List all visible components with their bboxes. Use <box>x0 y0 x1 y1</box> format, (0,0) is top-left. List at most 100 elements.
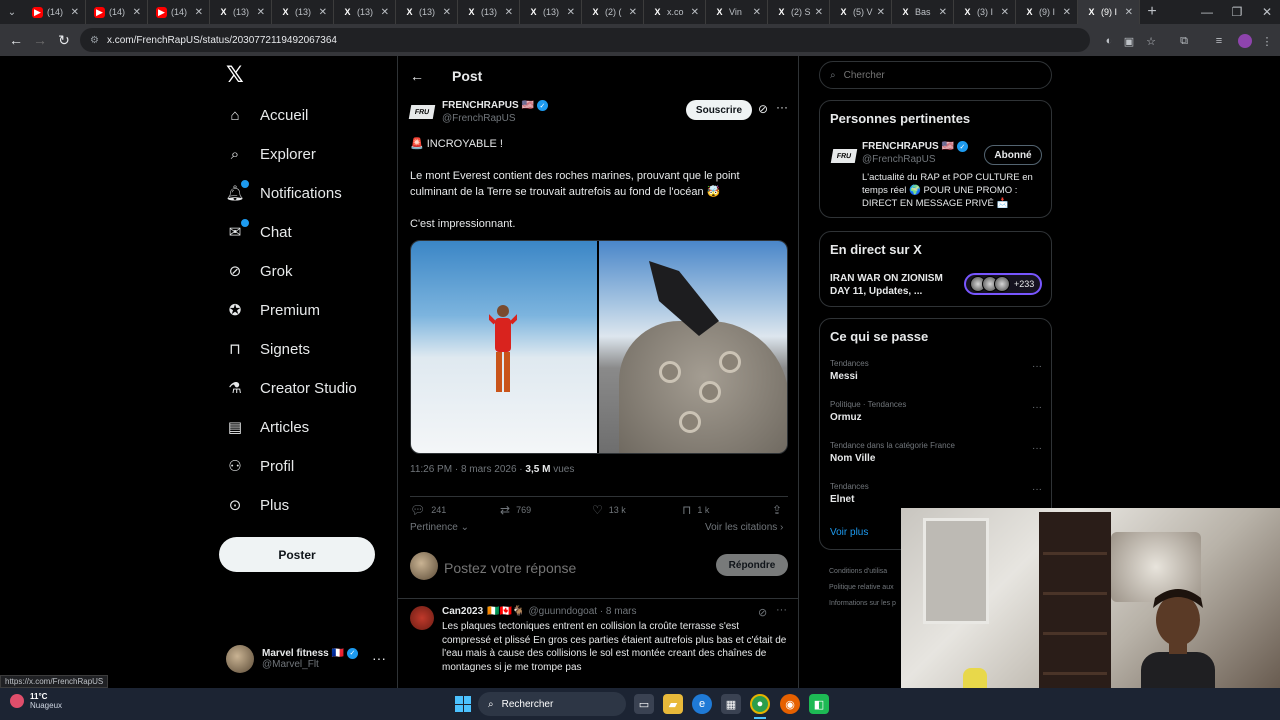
nav-item-chat[interactable]: ✉ Chat <box>226 217 292 247</box>
browser-tab[interactable]: ▶ (14) ✕ <box>148 0 210 24</box>
browser-tab[interactable]: X (13) ✕ <box>210 0 272 24</box>
nav-item-profil[interactable]: ⚇ Profil <box>226 451 294 481</box>
media-control-icon[interactable]: ≡ <box>1210 32 1228 50</box>
more-icon[interactable]: ··· <box>776 100 788 114</box>
more-icon[interactable]: ··· <box>776 604 787 616</box>
firefox-icon[interactable]: ◉ <box>780 694 800 714</box>
close-tab-icon[interactable]: ✕ <box>505 7 513 18</box>
browser-tab[interactable]: X (9) I ✕ <box>1078 0 1140 24</box>
share-action[interactable]: ⇪ <box>772 503 782 517</box>
grok-icon[interactable]: ⊘ <box>758 102 768 116</box>
search-input[interactable] <box>843 69 1034 81</box>
trend-item[interactable]: Tendances Elnet ··· <box>830 482 1042 505</box>
reply-button[interactable]: Répondre <box>716 554 788 576</box>
taskbar-search[interactable]: ⌕ Rechercher <box>478 692 626 716</box>
extensions-icon[interactable]: ⧉ <box>1175 32 1193 50</box>
author-avatar[interactable]: FRU <box>830 149 858 163</box>
grok-icon[interactable]: ⊘ <box>758 606 767 619</box>
tab-search-chevron-icon[interactable]: ⌄ <box>0 0 24 24</box>
new-tab-button[interactable]: + <box>1140 0 1164 24</box>
live-event-title[interactable]: IRAN WAR ON ZIONISM DAY 11, Updates, ... <box>830 272 958 298</box>
close-tab-icon[interactable]: ✕ <box>195 7 203 18</box>
browser-tab[interactable]: X (13) ✕ <box>396 0 458 24</box>
reply-action[interactable]: 💬︎ 241 <box>410 503 446 517</box>
relevant-person-handle[interactable]: @FrenchRapUS <box>862 154 968 165</box>
reply-input[interactable] <box>444 558 694 578</box>
maximize-icon[interactable]: ❐ <box>1222 0 1252 24</box>
app-icon[interactable]: ◧ <box>809 694 829 714</box>
browser-tab[interactable]: Xx.co ✕ <box>644 0 706 24</box>
post-timestamp[interactable]: 11:26 PM · 8 mars 2026 · <box>410 464 525 475</box>
chrome-icon[interactable]: ● <box>750 694 770 714</box>
more-icon[interactable]: ··· <box>1032 443 1042 454</box>
live-listeners-pill[interactable]: +233 <box>964 273 1042 295</box>
task-view-icon[interactable]: ▭ <box>634 694 654 714</box>
sort-dropdown[interactable]: Pertinence ⌄ <box>410 522 469 533</box>
show-more-link[interactable]: Voir plus <box>830 527 868 538</box>
relevant-person-name[interactable]: FRENCHRAPUS 🇺🇸 ✓ <box>862 141 968 152</box>
close-window-icon[interactable]: ✕ <box>1252 0 1280 24</box>
nav-item-accueil[interactable]: ⌂ Accueil <box>226 100 308 130</box>
back-arrow-icon[interactable]: ← <box>4 28 28 52</box>
nav-item-explorer[interactable]: ⌕ Explorer <box>226 139 316 169</box>
browser-tab[interactable]: X (13) ✕ <box>520 0 582 24</box>
account-switcher[interactable]: Marvel fitness 🇫🇷 ✓ @Marvel_Flt ··· <box>226 644 386 674</box>
subscribe-button[interactable]: Souscrire <box>686 100 752 120</box>
browser-tab[interactable]: X (2) S ✕ <box>768 0 830 24</box>
close-tab-icon[interactable]: ✕ <box>567 7 575 18</box>
close-tab-icon[interactable]: ✕ <box>1063 7 1071 18</box>
browser-tab[interactable]: ▶ (14) ✕ <box>24 0 86 24</box>
fossil-rock-photo[interactable] <box>599 241 787 453</box>
author-name[interactable]: FRENCHRAPUS 🇺🇸 ✓ <box>442 100 548 111</box>
author-avatar[interactable]: FRU <box>408 105 436 120</box>
close-tab-icon[interactable]: ✕ <box>629 7 637 18</box>
nav-item-grok[interactable]: ⊘ Grok <box>226 256 293 286</box>
more-icon[interactable]: ··· <box>1032 484 1042 495</box>
avatar[interactable] <box>410 606 434 630</box>
browser-tab[interactable]: X (13) ✕ <box>458 0 520 24</box>
trend-item[interactable]: Tendances Messi ··· <box>830 359 1042 382</box>
author-handle[interactable]: @FrenchRapUS <box>442 113 548 124</box>
nav-item-signets[interactable]: ⊓ Signets <box>226 334 310 364</box>
file-explorer-icon[interactable]: ▰ <box>663 694 683 714</box>
close-tab-icon[interactable]: ✕ <box>443 7 451 18</box>
bookmark-star-icon[interactable]: ☆ <box>1142 32 1160 50</box>
bookmark-action[interactable]: ⊓ 1 k <box>682 503 709 517</box>
browser-tab[interactable]: X (2) (✕ <box>582 0 644 24</box>
close-tab-icon[interactable]: ✕ <box>815 7 823 18</box>
more-icon[interactable]: ··· <box>1032 361 1042 372</box>
browser-tab[interactable]: X (3) I ✕ <box>954 0 1016 24</box>
trend-item[interactable]: Politique · Tendances Ormuz ··· <box>830 400 1042 423</box>
close-tab-icon[interactable]: ✕ <box>71 7 79 18</box>
forward-arrow-icon[interactable]: → <box>28 28 52 52</box>
edge-icon[interactable]: e <box>692 694 712 714</box>
browser-tab[interactable]: X (13) ✕ <box>334 0 396 24</box>
reload-icon[interactable]: ↻ <box>52 28 76 52</box>
more-icon[interactable]: ··· <box>1032 402 1042 413</box>
nav-item-articles[interactable]: ▤ Articles <box>226 412 309 442</box>
close-tab-icon[interactable]: ✕ <box>939 7 947 18</box>
footer-link[interactable]: Informations sur les p <box>829 596 896 612</box>
browser-tab[interactable]: X (5) V ✕ <box>830 0 892 24</box>
install-app-icon[interactable]: ▣ <box>1120 32 1138 50</box>
nav-item-notifications[interactable]: 🔔︎ Notifications <box>225 178 342 208</box>
post-author[interactable]: FRU FRENCHRAPUS 🇺🇸 ✓ @FrenchRapUS <box>408 100 548 124</box>
close-tab-icon[interactable]: ✕ <box>691 7 699 18</box>
address-bar[interactable]: ⚙ x.com/FrenchRapUS/status/2030772119492… <box>80 28 1090 52</box>
nav-item-plus[interactable]: ⊙ Plus <box>226 490 289 520</box>
chrome-menu-icon[interactable]: ⋮ <box>1258 32 1276 50</box>
browser-tab[interactable]: X (13) ✕ <box>272 0 334 24</box>
follow-button[interactable]: Abonné <box>984 145 1042 165</box>
x-logo-icon[interactable]: 𝕏 <box>226 64 248 86</box>
store-icon[interactable]: ▦ <box>721 694 741 714</box>
close-tab-icon[interactable]: ✕ <box>257 7 265 18</box>
close-tab-icon[interactable]: ✕ <box>319 7 327 18</box>
post-button[interactable]: Poster <box>219 537 375 572</box>
trend-item[interactable]: Tendance dans la catégorie France Nom Vil… <box>830 441 1042 464</box>
more-icon[interactable]: ··· <box>372 650 386 666</box>
like-action[interactable]: ♡ 13 k <box>592 503 626 517</box>
browser-tab[interactable]: X (9) I ✕ <box>1016 0 1078 24</box>
close-tab-icon[interactable]: ✕ <box>1001 7 1009 18</box>
close-tab-icon[interactable]: ✕ <box>1125 7 1133 18</box>
nav-item-creator-studio[interactable]: ⚗ Creator Studio <box>226 373 356 403</box>
